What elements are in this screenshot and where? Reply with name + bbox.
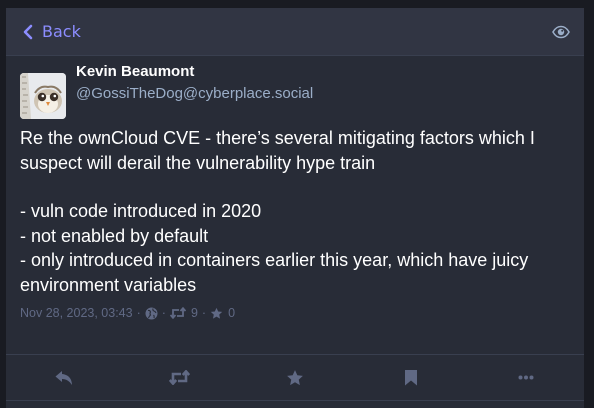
- status-meta: Nov 28, 2023, 03:43 · · 9 · 0: [20, 306, 235, 320]
- star-icon[interactable]: [210, 307, 223, 320]
- boost-button[interactable]: [159, 363, 199, 393]
- bookmark-icon: [404, 370, 417, 386]
- reply-button[interactable]: [44, 363, 84, 393]
- account-handle[interactable]: @GossiTheDog@cyberplace.social: [76, 85, 313, 102]
- timestamp-link[interactable]: Nov 28, 2023, 03:43: [20, 306, 133, 320]
- meta-separator: ·: [161, 306, 166, 320]
- boost-count[interactable]: 9: [191, 306, 198, 320]
- status-paragraph: Re the ownCloud CVE - there’s several mi…: [20, 128, 535, 173]
- back-label: Back: [42, 22, 81, 41]
- meta-separator: ·: [136, 306, 141, 320]
- ellipsis-icon: [518, 375, 534, 380]
- status-paragraph: - vuln code introduced in 2020 - not ena…: [20, 201, 529, 295]
- retweet-icon: [168, 370, 190, 385]
- favourite-button[interactable]: [275, 363, 315, 393]
- avatar[interactable]: [20, 73, 66, 119]
- favourite-count[interactable]: 0: [228, 306, 235, 320]
- detailed-status-column: Back Kevin Beaumont @GossiTheDog@cyberpl…: [6, 8, 584, 408]
- retweet-icon[interactable]: [169, 307, 186, 319]
- detailed-status: Kevin Beaumont @GossiTheDog@cyberplace.s…: [6, 56, 584, 355]
- status-content: Re the ownCloud CVE - there’s several mi…: [20, 126, 572, 297]
- star-icon: [287, 369, 303, 385]
- eye-icon[interactable]: [552, 23, 570, 41]
- chevron-left-icon: [23, 24, 33, 39]
- display-name[interactable]: Kevin Beaumont: [76, 63, 194, 80]
- meta-separator: ·: [201, 306, 207, 320]
- reply-icon: [55, 370, 72, 385]
- action-bar: [6, 355, 584, 401]
- column-header: Back: [6, 8, 584, 56]
- globe-icon: [145, 307, 158, 319]
- more-button[interactable]: [506, 363, 546, 393]
- bookmark-button[interactable]: [391, 363, 431, 393]
- back-button[interactable]: Back: [22, 8, 81, 55]
